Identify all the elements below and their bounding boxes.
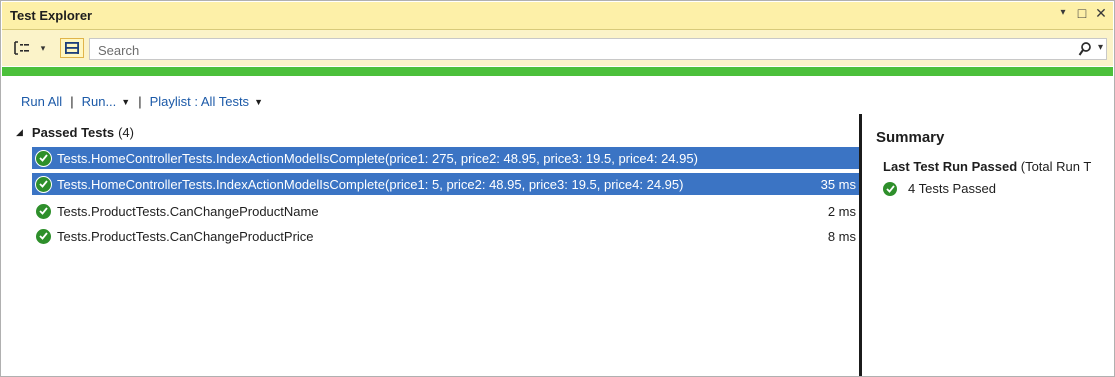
test-row[interactable]: Tests.ProductTests.CanChangeProductPrice… — [32, 225, 859, 247]
title-bar: Test Explorer ▾ □ ✕ — [2, 2, 1113, 30]
group-count: (4) — [118, 125, 134, 140]
test-row[interactable]: Tests.ProductTests.CanChangeProductName … — [32, 200, 859, 222]
group-by-icon — [14, 41, 29, 55]
test-list-panel: ◢ Passed Tests (4) Tests.HomeControllerT… — [2, 119, 859, 376]
test-row[interactable]: Tests.HomeControllerTests.IndexActionMod… — [32, 173, 859, 195]
test-name: Tests.HomeControllerTests.IndexActionMod… — [57, 150, 698, 166]
group-label: Passed Tests — [31, 125, 115, 140]
last-run-status-label: Last Test Run Passed — [883, 159, 1018, 174]
summary-title: Summary — [876, 129, 945, 146]
test-duration: 8 ms — [827, 228, 856, 244]
collapse-triangle-icon[interactable]: ◢ — [16, 127, 23, 138]
passed-count: 4 Tests Passed — [883, 181, 996, 196]
passed-check-icon — [36, 228, 51, 244]
passed-check-icon — [883, 181, 897, 196]
test-name: Tests.HomeControllerTests.IndexActionMod… — [57, 176, 684, 192]
run-all-link[interactable]: Run All — [21, 94, 62, 109]
separator: | — [138, 94, 142, 109]
panel-splitter[interactable] — [859, 114, 862, 376]
close-icon[interactable]: ✕ — [1093, 5, 1109, 22]
window-title: Test Explorer — [10, 8, 93, 23]
playlist-dropdown-icon[interactable]: ▼ — [254, 97, 263, 107]
test-row[interactable]: Tests.HomeControllerTests.IndexActionMod… — [32, 147, 859, 169]
test-duration: 2 ms — [827, 203, 856, 219]
search-options-dropdown-icon[interactable]: ▾ — [1098, 42, 1103, 53]
last-run-total-time: (Total Run T — [1017, 159, 1092, 174]
test-name: Tests.ProductTests.CanChangeProductPrice — [57, 228, 314, 244]
test-duration: 35 ms — [820, 176, 856, 192]
playlist-link[interactable]: Playlist : All Tests — [150, 94, 249, 109]
passed-check-icon — [36, 203, 51, 219]
group-by-button[interactable] — [10, 38, 34, 58]
list-view-icon — [65, 42, 79, 54]
search-box: ▾ — [89, 38, 1107, 60]
run-link[interactable]: Run... — [82, 94, 117, 109]
search-icon[interactable] — [1078, 41, 1092, 60]
test-name: Tests.ProductTests.CanChangeProductName — [57, 203, 319, 219]
passed-check-icon — [36, 176, 51, 192]
summary-panel: Summary Last Test Run Passed (Total Run … — [863, 119, 1113, 376]
passed-tests-group[interactable]: ◢ Passed Tests (4) — [16, 125, 134, 140]
passed-count-label: 4 Tests Passed — [908, 181, 996, 196]
search-input[interactable] — [96, 41, 1000, 59]
run-dropdown-icon[interactable]: ▼ — [121, 97, 130, 107]
passed-check-icon — [36, 150, 51, 166]
list-view-button[interactable] — [60, 38, 84, 58]
maximize-icon[interactable]: □ — [1074, 5, 1090, 21]
window-menu-dropdown-icon[interactable]: ▾ — [1055, 7, 1071, 18]
test-explorer-window: Test Explorer ▾ □ ✕ ▾ Search ▾ Run All |… — [0, 0, 1115, 377]
action-bar: Run All | Run... ▼ | Playlist : All Test… — [21, 94, 263, 109]
separator: | — [70, 94, 74, 109]
toolbar: ▾ ▾ — [2, 30, 1113, 66]
run-progress-bar — [2, 67, 1113, 76]
last-run-status: Last Test Run Passed (Total Run T — [883, 159, 1091, 174]
group-by-dropdown-icon[interactable]: ▾ — [37, 38, 49, 58]
